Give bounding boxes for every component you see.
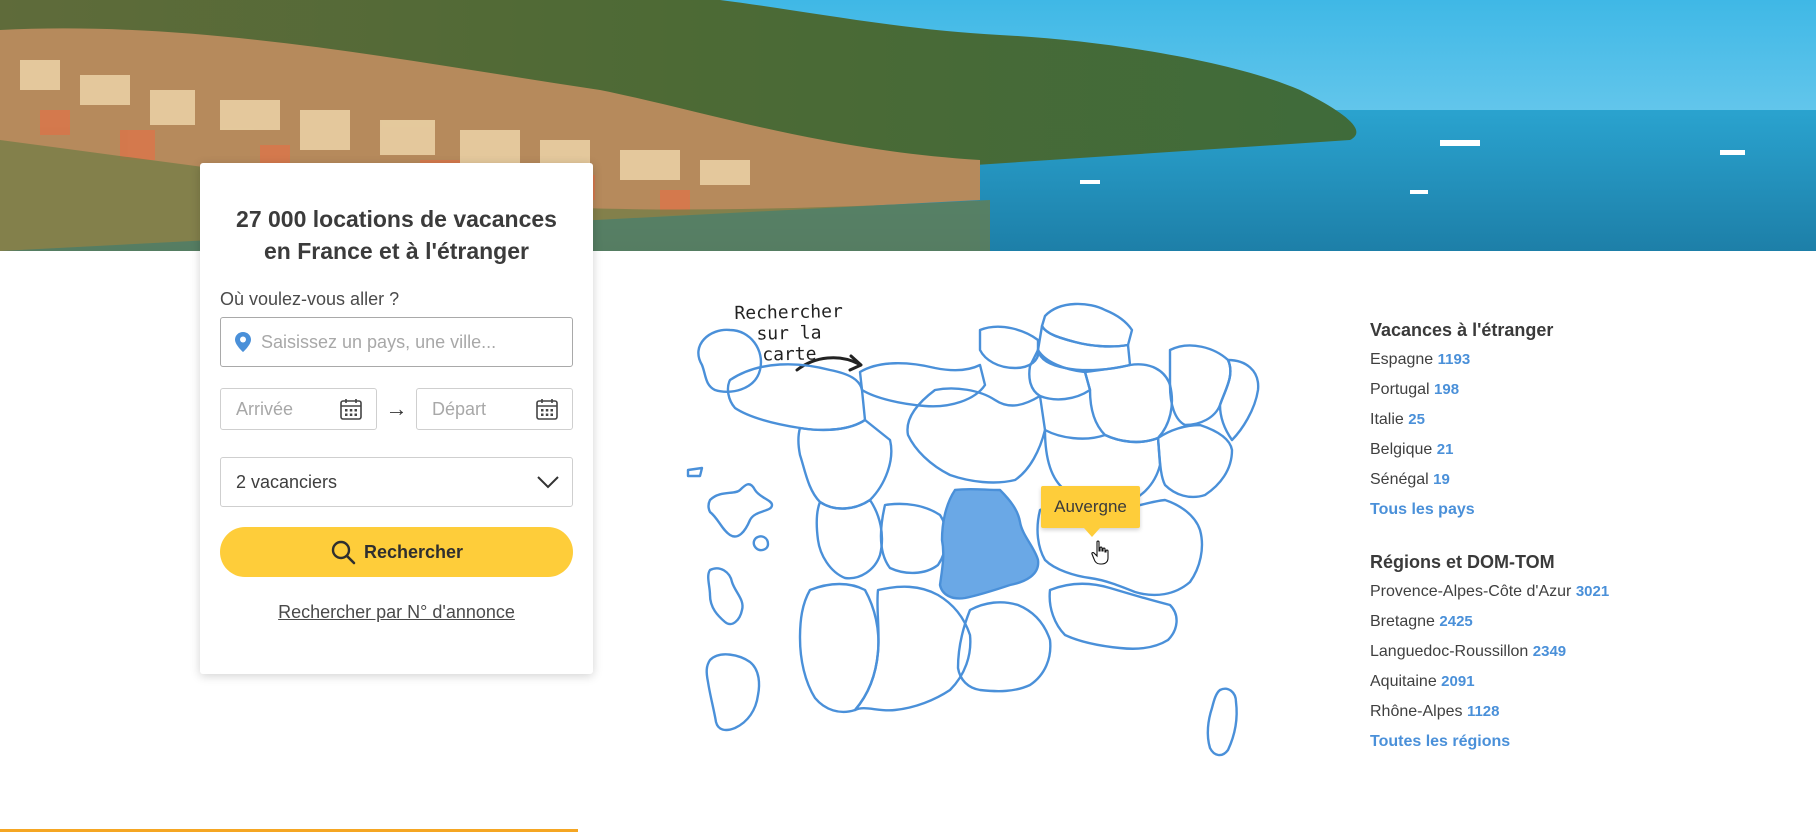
arrival-placeholder: Arrivée — [236, 398, 294, 419]
all-countries-link[interactable]: Tous les pays — [1370, 501, 1790, 531]
region-item[interactable]: Rhône-Alpes 1128 — [1370, 703, 1790, 733]
date-range: Arrivée → Départ — [220, 388, 573, 430]
region-auvergne[interactable] — [938, 487, 1040, 600]
region-poitou-charentes[interactable] — [815, 498, 884, 580]
abroad-item-name: Belgique — [1370, 441, 1433, 458]
arrow-right-icon: → — [385, 396, 408, 421]
calendar-icon — [536, 399, 558, 420]
region-limousin[interactable] — [879, 502, 948, 575]
region-item-name: Aquitaine — [1370, 673, 1437, 690]
abroad-item-name: Portugal — [1370, 381, 1430, 398]
france-map: Rechercher sur la carte Auvergne — [680, 290, 1280, 805]
departure-date-field[interactable]: Départ — [416, 388, 573, 430]
island-martinique[interactable] — [707, 567, 744, 626]
search-button[interactable]: Rechercher — [220, 527, 573, 577]
abroad-item[interactable]: Belgique 21 — [1370, 441, 1790, 471]
region-item-count: 3021 — [1575, 583, 1610, 600]
region-item[interactable]: Languedoc-Roussillon 2349 — [1370, 643, 1790, 673]
abroad-item-name: Italie — [1370, 411, 1404, 428]
abroad-item-count: 21 — [1436, 441, 1454, 458]
abroad-item-count: 1193 — [1437, 351, 1471, 368]
region-champagne[interactable] — [1083, 363, 1174, 444]
region-alsace[interactable] — [1218, 358, 1260, 442]
destination-label: Où voulez-vous aller ? — [220, 289, 400, 309]
search-icon — [331, 540, 356, 565]
region-item-count: 2425 — [1439, 613, 1473, 630]
region-item-count: 2091 — [1441, 673, 1475, 690]
region-item[interactable]: Aquitaine 2091 — [1370, 673, 1790, 703]
region-item-name: Provence-Alpes-Côte d'Azur — [1370, 583, 1572, 600]
region-item-name: Languedoc-Roussillon — [1370, 643, 1529, 660]
abroad-item-count: 25 — [1408, 411, 1425, 428]
region-franche-comte[interactable] — [1156, 423, 1234, 499]
region-bretagne[interactable] — [726, 363, 867, 432]
destination-placeholder: Saisissez un pays, une ville... — [261, 331, 497, 352]
all-regions-link[interactable]: Toutes les régions — [1370, 733, 1790, 763]
search-card: 27 000 locations de vacances en France e… — [200, 163, 593, 674]
region-centre[interactable] — [906, 387, 1047, 484]
guests-value: 2 vacanciers — [236, 471, 338, 492]
chevron-down-icon — [537, 476, 559, 489]
location-pin-icon — [235, 332, 251, 352]
region-item-name: Rhône-Alpes — [1370, 703, 1463, 720]
destination-input[interactable]: Saisissez un pays, une ville... — [220, 317, 573, 367]
calendar-icon — [340, 399, 362, 420]
map-svg — [686, 302, 1260, 757]
region-pays-de-la-loire[interactable] — [797, 418, 893, 510]
region-item-name: Bretagne — [1370, 613, 1435, 630]
abroad-item[interactable]: Sénégal 19 — [1370, 471, 1790, 501]
destination-lists: Vacances à l'étranger Espagne 1193 Portu… — [1370, 320, 1790, 763]
abroad-item[interactable]: Italie 25 — [1370, 411, 1790, 441]
region-paca[interactable] — [1048, 582, 1178, 650]
abroad-item-count: 198 — [1434, 381, 1460, 398]
regions-group: Régions et DOM-TOM Provence-Alpes-Côte d… — [1370, 552, 1790, 763]
region-item-count: 1128 — [1466, 703, 1500, 720]
departure-placeholder: Départ — [432, 398, 487, 419]
region-corse[interactable] — [1206, 687, 1238, 757]
island-dot[interactable] — [752, 535, 770, 552]
arrival-date-field[interactable]: Arrivée — [220, 388, 377, 430]
abroad-item-count: 19 — [1433, 471, 1450, 488]
regions-title: Régions et DOM-TOM — [1370, 552, 1555, 572]
island-guyane[interactable] — [705, 653, 761, 732]
island-small[interactable] — [686, 466, 704, 478]
search-by-ref-link[interactable]: Rechercher par N° d'annonce — [220, 602, 573, 623]
region-languedoc[interactable] — [956, 601, 1052, 693]
region-item-count: 2349 — [1532, 643, 1567, 660]
hand-cursor-icon — [1091, 540, 1109, 565]
region-tooltip: Auvergne — [1041, 486, 1140, 537]
region-item[interactable]: Bretagne 2425 — [1370, 613, 1790, 643]
guests-select[interactable]: 2 vacanciers — [220, 457, 573, 507]
region-nord[interactable] — [1040, 302, 1134, 348]
abroad-item[interactable]: Espagne 1193 — [1370, 351, 1790, 381]
region-item[interactable]: Provence-Alpes-Côte d'Azur 3021 — [1370, 583, 1790, 613]
search-card-title: 27 000 locations de vacances en France e… — [236, 206, 557, 264]
region-haute-normandie[interactable] — [978, 325, 1040, 370]
abroad-item[interactable]: Portugal 198 — [1370, 381, 1790, 411]
abroad-item-name: Espagne — [1370, 351, 1434, 368]
abroad-item-name: Sénégal — [1370, 471, 1429, 488]
island-guadeloupe[interactable] — [707, 483, 774, 538]
search-button-label: Rechercher — [363, 541, 464, 562]
abroad-title: Vacances à l'étranger — [1370, 320, 1554, 340]
